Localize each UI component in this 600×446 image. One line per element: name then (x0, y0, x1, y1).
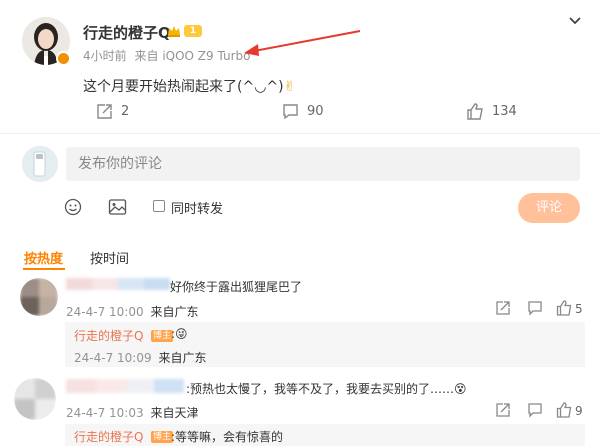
commenter-avatar[interactable] (14, 378, 56, 420)
comment-text-body: :预热也太慢了，我等不及了，我要去买别的了…… (186, 382, 455, 396)
post-text: 这个月要开始热闹起来了(^◡^) (83, 79, 284, 95)
tab-underline (23, 268, 65, 270)
comment-location: 来自天津 (150, 406, 199, 420)
comment-icon[interactable] (527, 300, 543, 316)
comment-icon[interactable] (527, 402, 543, 418)
level-badge: 1 (184, 25, 202, 37)
like-button[interactable]: 134 (466, 101, 517, 121)
repost-count: 2 (121, 103, 130, 119)
commenter-name-redacted (66, 377, 184, 395)
post-time: 4小时前 (83, 49, 127, 63)
divider (0, 133, 600, 134)
emoji-icon[interactable] (64, 198, 82, 216)
reply-location: 来自广东 (158, 351, 207, 365)
post-author-name[interactable]: 行走的橙子Q (83, 22, 171, 43)
post-body: 这个月要开始热闹起来了(^◡^)✌ (83, 76, 295, 96)
repost-icon (97, 103, 112, 119)
reply-timestamp: 24-4-7 10:09 (74, 351, 152, 365)
post-source-prefix: 来自 (134, 49, 159, 63)
author-badge: 博主 (151, 431, 174, 443)
comment-timestamp: 24-4-7 10:00 (66, 305, 144, 319)
reply-text: :等等嘛，会有惊喜的 (171, 430, 284, 444)
comment-text: 好你终于露出狐狸尾巴了 (170, 280, 303, 294)
comment-time: 24-4-7 10:00 来自广东 (66, 303, 198, 320)
post-meta: 4小时前 来自 iQOO Z9 Turbo (83, 47, 250, 64)
reply-username[interactable]: 行走的橙子Q (74, 327, 143, 344)
dizzy-emoji: 😵 (454, 382, 467, 396)
comment-icon (283, 103, 298, 119)
author-badge: 博主 (151, 330, 174, 342)
victory-emoji: ✌ (283, 79, 296, 95)
comment-time: 24-4-7 10:03 来自天津 (66, 404, 198, 421)
repost-checkbox[interactable] (153, 200, 165, 212)
comment-input[interactable] (66, 147, 580, 181)
post-device[interactable]: iQOO Z9 Turbo (162, 49, 250, 63)
tongue-emoji: 😜 (175, 327, 188, 341)
like-icon[interactable] (556, 402, 572, 418)
crown-icon (168, 26, 180, 37)
repost-icon[interactable] (495, 300, 511, 316)
repost-icon[interactable] (495, 402, 511, 418)
reply-time: 24-4-7 10:09 来自广东 (74, 349, 206, 366)
comment-button[interactable]: 90 (282, 101, 324, 121)
annotation-arrow-icon (244, 30, 361, 56)
reply-text: :😜 (171, 327, 188, 341)
tab-time[interactable]: 按时间 (90, 248, 129, 267)
tab-hot[interactable]: 按热度 (24, 248, 63, 267)
comment-timestamp: 24-4-7 10:03 (66, 406, 144, 420)
comment-like-count: 5 (575, 302, 583, 316)
reply-username[interactable]: 行走的橙子Q (74, 428, 143, 445)
verified-badge-icon (56, 51, 71, 66)
image-icon[interactable] (108, 198, 127, 216)
submit-comment-button[interactable]: 评论 (518, 193, 580, 223)
my-avatar (22, 146, 58, 182)
comment-text: :预热也太慢了，我等不及了，我要去买别的了……😵 (186, 380, 467, 397)
comment-like-count: 9 (575, 404, 583, 418)
like-icon[interactable] (556, 300, 572, 316)
commenter-name-redacted (66, 276, 170, 292)
commenter-avatar[interactable] (20, 278, 58, 316)
like-icon (467, 102, 483, 120)
comment-count: 90 (307, 103, 324, 119)
comment-location: 来自广东 (150, 305, 199, 319)
chevron-down-icon[interactable] (566, 14, 584, 28)
repost-checkbox-label[interactable]: 同时转发 (171, 198, 223, 217)
repost-button[interactable]: 2 (96, 101, 129, 121)
like-count: 134 (492, 103, 517, 119)
